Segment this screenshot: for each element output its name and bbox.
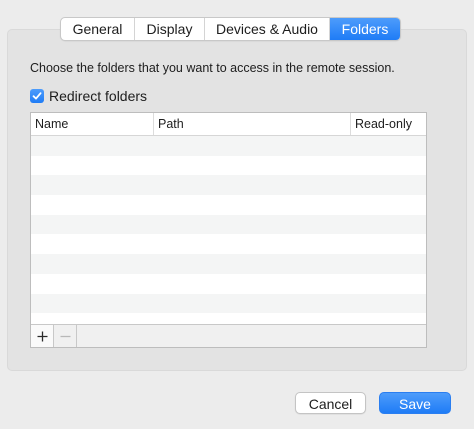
empty-table-row: [31, 293, 426, 314]
empty-table-row: [31, 195, 426, 215]
tab-general[interactable]: General: [61, 18, 135, 40]
folders-table: Name Path Read-only: [30, 112, 427, 348]
tab-display[interactable]: Display: [135, 18, 205, 40]
save-button[interactable]: Save: [379, 392, 451, 414]
empty-table-row: [31, 254, 426, 274]
table-body: [31, 136, 426, 325]
column-header-read-only[interactable]: Read-only: [351, 113, 426, 135]
empty-table-row: [31, 214, 426, 235]
empty-table-row: [31, 175, 426, 196]
empty-table-row: [31, 273, 426, 294]
empty-table-row: [31, 155, 426, 176]
tab-bar: General Display Devices & Audio Folders: [60, 17, 401, 41]
empty-table-row: [31, 234, 426, 255]
cancel-button[interactable]: Cancel: [295, 392, 366, 414]
folders-description: Choose the folders that you want to acce…: [30, 61, 395, 75]
empty-table-row: [31, 136, 426, 156]
redirect-folders-checkbox[interactable]: [30, 89, 44, 103]
column-header-name[interactable]: Name: [31, 113, 154, 135]
minus-icon: [60, 335, 70, 337]
table-footer: [31, 324, 426, 347]
add-folder-button[interactable]: [31, 325, 54, 347]
tab-devices-audio[interactable]: Devices & Audio: [205, 18, 330, 40]
preferences-window: General Display Devices & Audio Folders …: [0, 0, 474, 429]
redirect-folders-label: Redirect folders: [49, 88, 148, 104]
table-header: Name Path Read-only: [31, 113, 426, 136]
remove-folder-button[interactable]: [54, 325, 77, 347]
checkmark-icon: [32, 92, 42, 100]
column-header-path[interactable]: Path: [154, 113, 351, 135]
tab-folders[interactable]: Folders: [330, 18, 400, 40]
redirect-folders-row[interactable]: Redirect folders: [30, 87, 147, 105]
plus-icon: [37, 331, 47, 341]
